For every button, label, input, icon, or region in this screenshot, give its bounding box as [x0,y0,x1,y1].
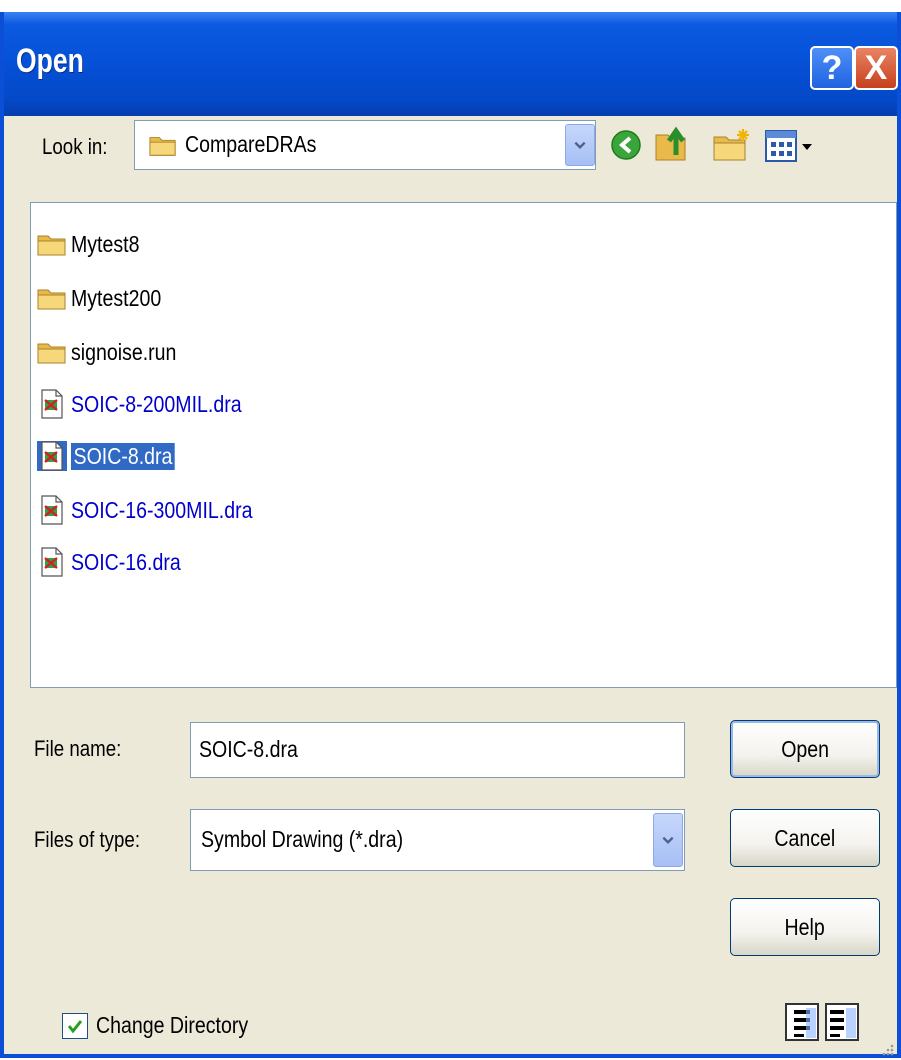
resize-grip-icon[interactable] [880,1042,894,1056]
filetype-value: Symbol Drawing (*.dra) [201,826,404,852]
up-folder-icon[interactable] [654,125,694,163]
list-item[interactable]: SOIC-16.dra [37,545,200,579]
views-menu-icon[interactable] [764,129,816,163]
list-item-label: Mytest8 [71,230,140,257]
list-item[interactable]: SOIC-16-300MIL.dra [37,493,284,527]
folder-icon [37,283,67,313]
file-list[interactable]: Mytest8 Mytest200 signoise.run SOIC-8-20… [30,202,897,688]
lookin-combobox[interactable]: CompareDRAs [134,120,596,170]
folder-icon [37,229,67,259]
lookin-label: Look in: [42,134,108,159]
folder-icon [149,132,177,158]
help-button-label: Help [784,913,826,940]
back-arrow-icon[interactable] [610,129,642,161]
dra-file-icon [37,389,67,419]
list-item-label: signoise.run [71,338,177,365]
list-item-label: SOIC-8.dra [71,442,175,470]
change-directory-option[interactable]: Change Directory [62,1012,275,1039]
title-bar[interactable]: Open ? X [4,12,898,116]
open-dialog: Open ? X Look in: CompareDRAs Mytest8 My… [0,12,901,1058]
chevron-down-icon [573,138,587,152]
open-button-label: Open [781,735,829,762]
filename-value: SOIC-8.dra [199,736,298,762]
folder-icon [37,337,67,367]
question-icon: ? [821,48,843,87]
help-button[interactable]: Help [730,898,880,956]
change-directory-label: Change Directory [96,1012,249,1038]
dra-file-icon [37,441,67,471]
lookin-dropdown-button[interactable] [565,124,595,166]
list-item[interactable]: signoise.run [37,335,195,369]
dialog-title: Open [16,42,84,80]
list-item-label: SOIC-16-300MIL.dra [71,496,253,523]
filename-label: File name: [34,736,122,761]
cancel-button[interactable]: Cancel [730,809,880,867]
lookin-value: CompareDRAs [185,131,317,157]
list-view-icon[interactable] [784,1002,820,1042]
list-item[interactable]: Mytest8 [37,227,152,261]
open-button[interactable]: Open [730,720,880,778]
list-item[interactable]: SOIC-8-200MIL.dra [37,387,272,421]
filename-field[interactable]: SOIC-8.dra [190,722,685,778]
close-title-button[interactable]: X [854,46,898,90]
chevron-down-icon [661,833,675,847]
list-item[interactable]: Mytest200 [37,281,177,315]
list-item-label: Mytest200 [71,284,162,311]
filetype-combobox[interactable]: Symbol Drawing (*.dra) [190,809,685,871]
dra-file-icon [37,495,67,525]
help-title-button[interactable]: ? [810,46,854,90]
list-item-label: SOIC-8-200MIL.dra [71,390,242,417]
close-icon: X [864,48,888,87]
checkmark-icon [67,1019,83,1033]
filetype-label: Files of type: [34,827,141,852]
details-view-icon[interactable] [824,1002,860,1042]
change-directory-checkbox[interactable] [62,1012,88,1039]
list-item-selected[interactable]: SOIC-8.dra [37,439,193,473]
list-item-label: SOIC-16.dra [71,548,181,575]
dra-file-icon [37,547,67,577]
filetype-dropdown-button[interactable] [653,813,683,867]
new-folder-icon[interactable] [712,127,752,163]
cancel-button-label: Cancel [774,824,836,851]
